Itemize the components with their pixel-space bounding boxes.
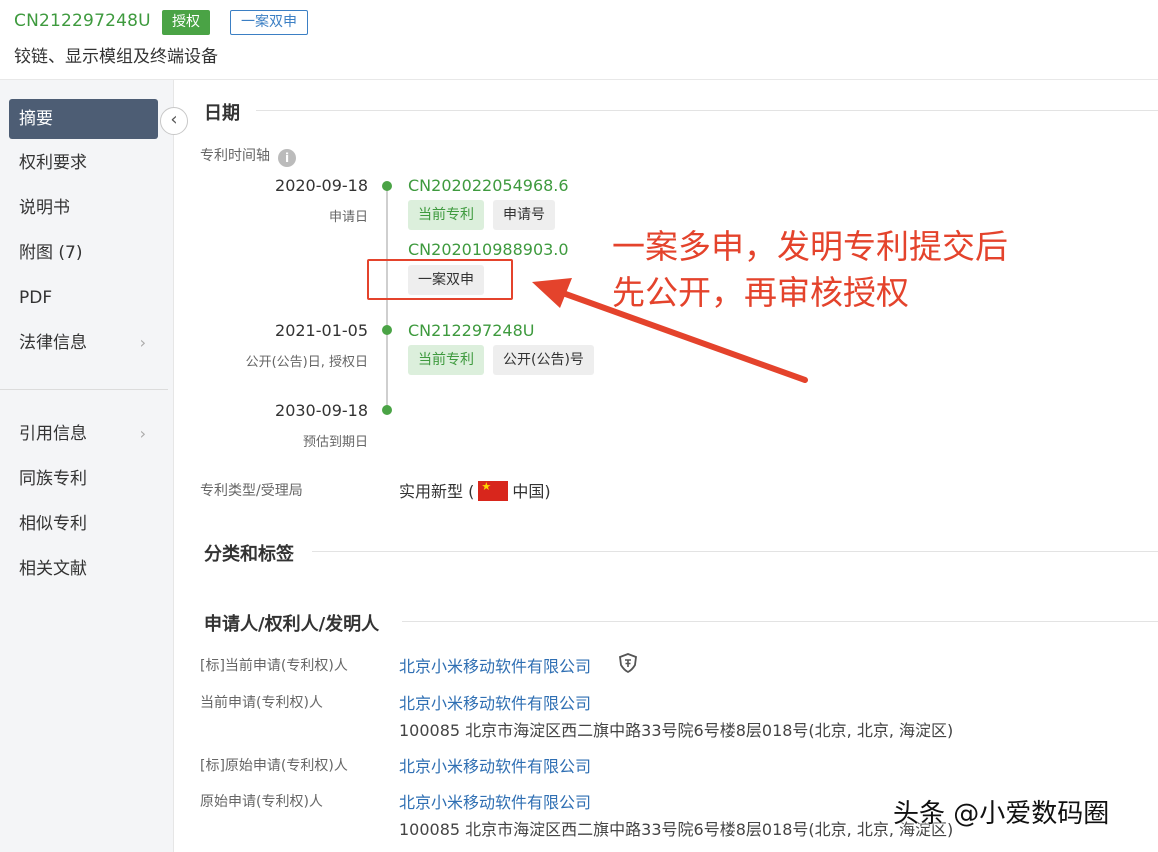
annotation-arrow-icon: [532, 278, 808, 383]
sidebar-item-claims[interactable]: 权利要求: [9, 143, 158, 183]
applicant-link[interactable]: 北京小米移动软件有限公司: [399, 653, 591, 677]
section-title-dates: 日期: [204, 103, 240, 124]
chevron-left-icon: ‹: [170, 109, 178, 130]
patent-number: CN212297248U: [14, 11, 151, 31]
applicant-link[interactable]: 北京小米移动软件有限公司: [399, 789, 591, 813]
timeline-dot: [382, 181, 392, 191]
applicant-label: 原始申请(专利权)人: [200, 794, 323, 810]
section-title-applicants: 申请人/权利人/发明人: [204, 614, 380, 635]
section-divider: [256, 110, 1158, 111]
sidebar-item-description[interactable]: 说明书: [9, 188, 158, 228]
annotation-highlight-box: [367, 259, 513, 300]
timeline-label: 专利时间轴 i: [200, 145, 296, 167]
sidebar-item-label: 附图 (7): [19, 243, 83, 263]
annotation-line: 一案多申，发明专利提交后: [612, 227, 1008, 266]
timeline-date: 2030-09-18: [275, 401, 368, 420]
sidebar-item-drawings[interactable]: 附图 (7): [9, 233, 158, 273]
flag-star-icon: ★: [481, 480, 492, 493]
applicant-label: 当前申请(专利权)人: [200, 695, 323, 711]
timeline-label-text: 专利时间轴: [200, 148, 270, 164]
shield-icon[interactable]: [618, 653, 638, 673]
sidebar-item-label: PDF: [19, 288, 53, 308]
section-title-classification: 分类和标签: [204, 544, 294, 565]
applicant-link[interactable]: 北京小米移动软件有限公司: [399, 690, 591, 714]
status-badge: 授权: [162, 10, 210, 35]
patent-type-text: 实用新型 (: [399, 482, 475, 501]
sidebar-item-label: 权利要求: [19, 153, 87, 173]
sidebar-item-citations[interactable]: 引用信息 ›: [9, 414, 158, 454]
timeline-date: 2020-09-18: [275, 176, 368, 195]
current-patent-tag: 当前专利: [408, 200, 484, 230]
patent-type-value: 实用新型 ( ★ 中国): [399, 478, 551, 502]
timeline-patent-number[interactable]: CN202022054968.6: [408, 176, 569, 195]
patent-type-label: 专利类型/受理局: [200, 483, 303, 499]
timeline-patent-number[interactable]: CN212297248U: [408, 321, 534, 340]
timeline-dot: [382, 325, 392, 335]
sidebar-item-similar[interactable]: 相似专利: [9, 504, 158, 544]
sidebar-item-abstract[interactable]: 摘要: [9, 99, 158, 139]
sidebar: 摘要 权利要求 说明书 附图 (7) PDF 法律信息 › 引用信息 › 同族专利 …: [0, 80, 174, 852]
sidebar-item-label: 相关文献: [19, 559, 87, 579]
section-divider: [402, 621, 1158, 622]
chevron-right-icon: ›: [139, 333, 146, 352]
sidebar-item-family[interactable]: 同族专利: [9, 459, 158, 499]
timeline-patent-number[interactable]: CN202010988903.0: [408, 240, 569, 259]
country-text: 中国): [512, 482, 551, 501]
timeline-dot: [382, 405, 392, 415]
section-divider: [312, 551, 1158, 552]
watermark: 头条 @小爱数码圈: [893, 799, 1110, 829]
applicant-address: 100085 北京市海淀区西二旗中路33号院6号楼8层018号(北京, 北京, …: [399, 721, 954, 740]
sidebar-item-label: 说明书: [19, 198, 70, 218]
sidebar-item-label: 引用信息: [19, 424, 87, 444]
dual-application-badge[interactable]: 一案双申: [230, 10, 308, 35]
info-icon[interactable]: i: [278, 149, 296, 167]
timeline-date-label: 公开(公告)日, 授权日: [245, 355, 368, 370]
sidebar-item-label: 摘要: [19, 109, 53, 129]
applicant-link[interactable]: 北京小米移动软件有限公司: [399, 753, 591, 777]
applicant-address: 100085 北京市海淀区西二旗中路33号院6号楼8层018号(北京, 北京, …: [399, 820, 954, 839]
timeline-date: 2021-01-05: [275, 321, 368, 340]
timeline-date-label: 申请日: [328, 210, 368, 225]
applicant-label: [标]当前申请(专利权)人: [200, 658, 348, 674]
sidebar-item-related-docs[interactable]: 相关文献: [9, 549, 158, 589]
application-number-tag: 申请号: [493, 200, 555, 230]
chevron-right-icon: ›: [139, 424, 146, 443]
timeline-date-label: 预估到期日: [302, 435, 368, 450]
current-patent-tag: 当前专利: [408, 345, 484, 375]
applicant-label: [标]原始申请(专利权)人: [200, 758, 348, 774]
sidebar-item-label: 同族专利: [19, 469, 87, 489]
sidebar-collapse-button[interactable]: ‹: [160, 107, 188, 135]
patent-title: 铰链、显示模组及终端设备: [14, 47, 218, 67]
patent-header: CN212297248U 授权 一案双申 铰链、显示模组及终端设备: [0, 0, 1158, 80]
sidebar-item-label: 法律信息: [19, 333, 87, 353]
china-flag-icon: ★: [478, 480, 509, 501]
sidebar-item-label: 相似专利: [19, 514, 87, 534]
sidebar-item-pdf[interactable]: PDF: [9, 278, 158, 318]
sidebar-item-legal-info[interactable]: 法律信息 ›: [9, 323, 158, 363]
sidebar-divider: [0, 389, 168, 390]
